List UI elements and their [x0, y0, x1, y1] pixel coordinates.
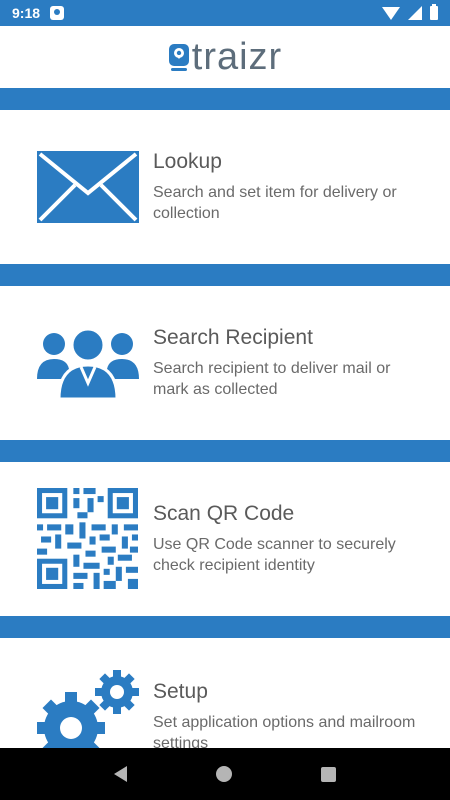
notification-icon	[50, 6, 65, 20]
app-logo: traizr	[168, 38, 282, 76]
menu-item-text: Search Recipient Search recipient to del…	[153, 326, 430, 400]
menu-item-title: Search Recipient	[153, 326, 313, 349]
status-bar: 9:18	[0, 0, 450, 26]
menu-item-text: Scan QR Code Use QR Code scanner to secu…	[153, 502, 430, 576]
menu-item-scan-qr[interactable]: Scan QR Code Use QR Code scanner to secu…	[0, 462, 450, 616]
back-icon[interactable]	[114, 766, 128, 782]
menu-item-lookup[interactable]: Lookup Search and set item for delivery …	[0, 110, 450, 264]
navigation-bar	[0, 748, 450, 800]
menu-item-description: Search recipient to deliver mail or mark…	[153, 360, 391, 398]
qr-code-icon	[37, 488, 138, 589]
menu-item-title: Setup	[153, 680, 208, 703]
recents-icon[interactable]	[320, 766, 336, 782]
signal-icon	[408, 6, 422, 20]
section-divider	[0, 616, 450, 638]
status-icons	[382, 4, 438, 20]
logo-text: traizr	[191, 36, 283, 78]
people-group-icon	[37, 327, 139, 399]
home-icon[interactable]	[215, 766, 232, 782]
menu-item-description: Use QR Code scanner to securely check re…	[153, 536, 396, 574]
app-header: traizr	[0, 26, 450, 88]
section-divider	[0, 88, 450, 110]
menu-item-search-recipient[interactable]: Search Recipient Search recipient to del…	[0, 286, 450, 440]
menu-item-text: Setup Set application options and mailro…	[153, 680, 430, 754]
battery-icon	[430, 4, 438, 20]
section-divider	[0, 264, 450, 286]
status-time: 9:18	[12, 5, 41, 21]
menu-item-setup[interactable]: Setup Set application options and mailro…	[0, 638, 450, 757]
menu-item-description: Search and set item for delivery or coll…	[153, 184, 397, 222]
wifi-icon	[382, 6, 400, 20]
menu-item-text: Lookup Search and set item for delivery …	[153, 150, 430, 224]
location-pin-icon	[168, 44, 189, 71]
menu-item-title: Scan QR Code	[153, 502, 295, 525]
menu-item-title: Lookup	[153, 150, 222, 173]
envelope-icon	[37, 151, 139, 223]
section-divider	[0, 440, 450, 462]
